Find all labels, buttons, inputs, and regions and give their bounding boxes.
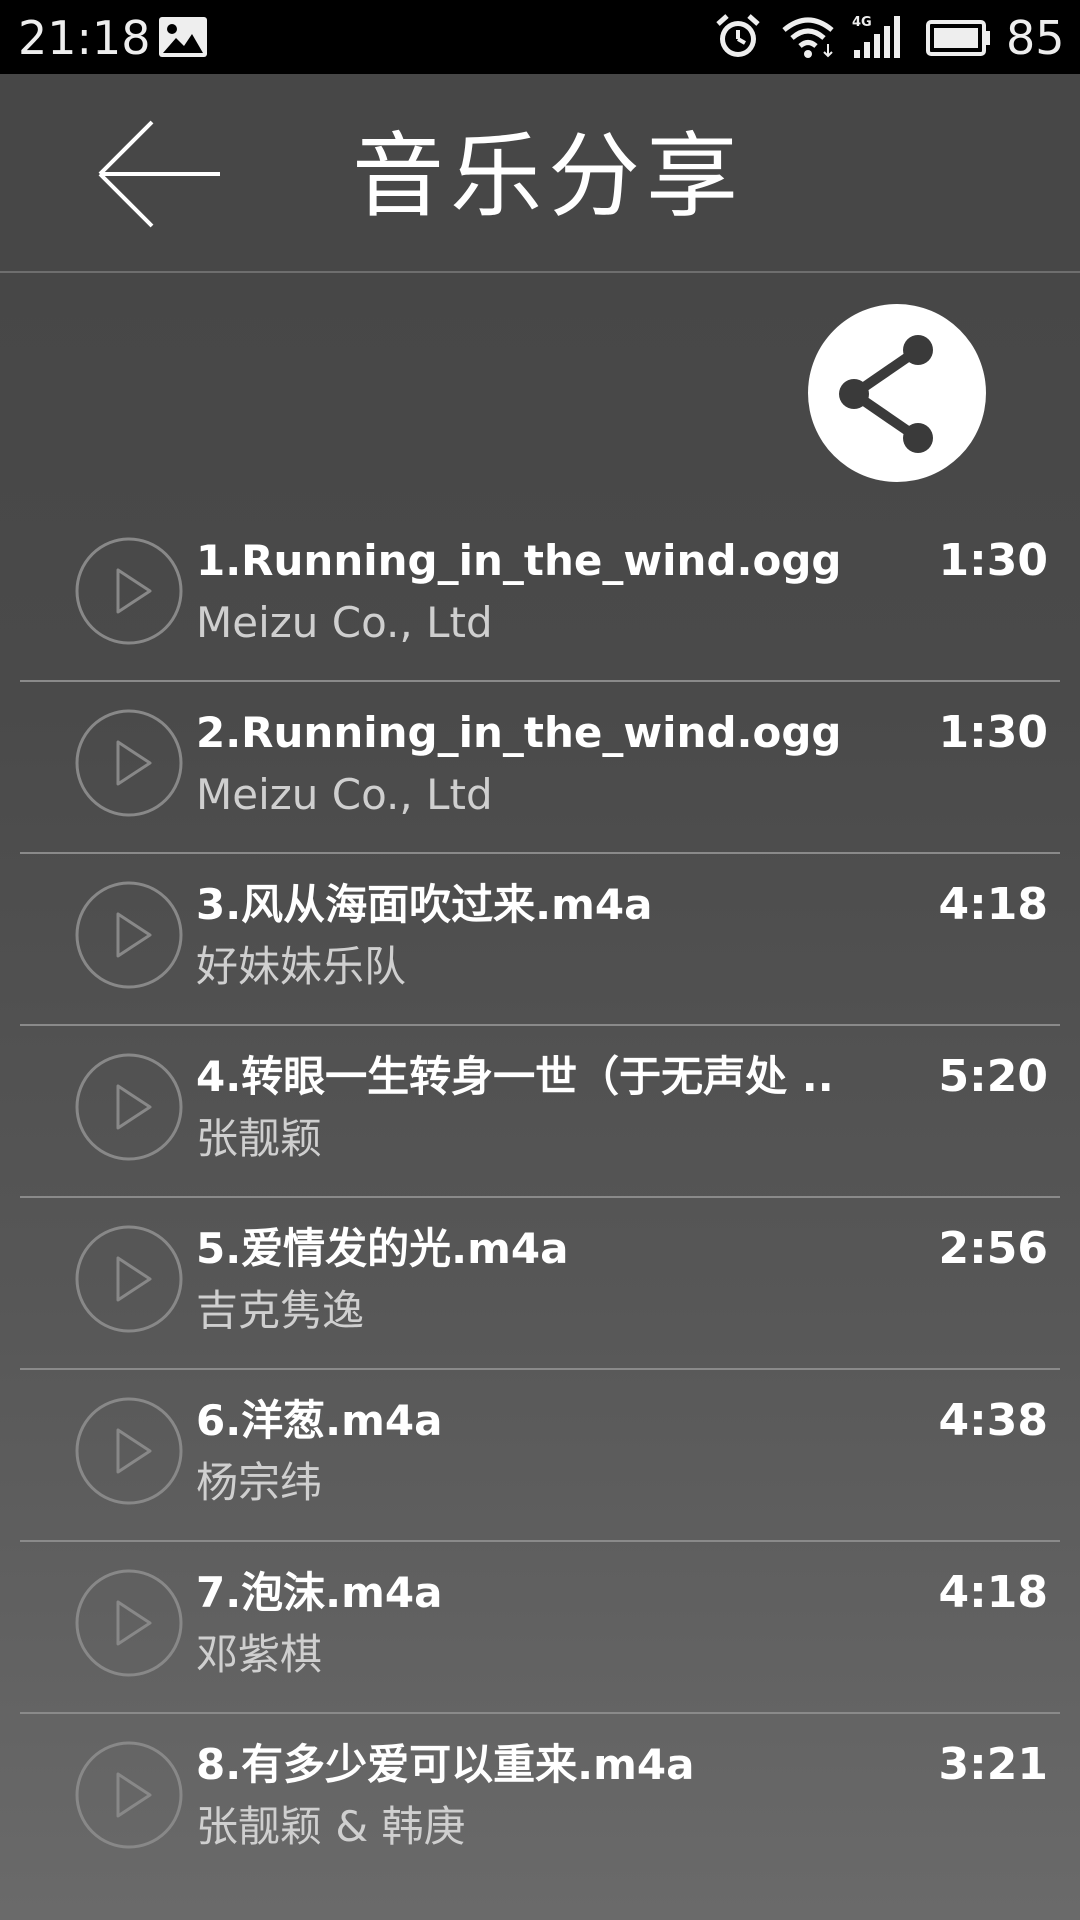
track-row[interactable]: 1.Running_in_the_wind.ogg Meizu Co., Ltd… <box>20 510 1060 682</box>
svg-text:4G: 4G <box>852 15 872 30</box>
track-row[interactable]: 4.转眼一生转身一世（于无声处 .. 张靓颖 5:20 <box>20 1026 1060 1198</box>
track-duration: 1:30 <box>938 707 1048 758</box>
play-icon[interactable] <box>74 708 184 818</box>
alarm-icon <box>716 14 760 57</box>
track-artist: 杨宗纬 <box>196 1458 323 1507</box>
track-duration: 1:30 <box>938 535 1048 586</box>
play-icon[interactable] <box>74 536 184 646</box>
track-title: 6.洋葱.m4a <box>196 1396 443 1445</box>
track-list: 1.Running_in_the_wind.ogg Meizu Co., Ltd… <box>20 510 1060 1886</box>
track-duration: 4:38 <box>938 1395 1048 1446</box>
track-artist: 吉克隽逸 <box>196 1286 365 1335</box>
status-bar: 21:18 4G 85 <box>0 0 1080 74</box>
track-title: 4.转眼一生转身一世（于无声处 .. <box>196 1052 834 1101</box>
play-icon[interactable] <box>74 880 184 990</box>
track-artist: 好妹妹乐队 <box>196 942 407 991</box>
play-icon[interactable] <box>74 1052 184 1162</box>
battery-level: 85 <box>1006 11 1065 65</box>
play-icon[interactable] <box>74 1740 184 1850</box>
wifi-icon <box>782 17 834 58</box>
play-icon[interactable] <box>74 1224 184 1334</box>
page-title: 音乐分享 <box>352 123 745 230</box>
track-row[interactable]: 3.风从海面吹过来.m4a 好妹妹乐队 4:18 <box>20 854 1060 1026</box>
image-icon <box>159 17 207 57</box>
status-time: 21:18 <box>18 11 151 65</box>
track-artist: 邓紫棋 <box>196 1630 323 1679</box>
track-artist: Meizu Co., Ltd <box>196 770 493 819</box>
track-row[interactable]: 2.Running_in_the_wind.ogg Meizu Co., Ltd… <box>20 682 1060 854</box>
share-button[interactable] <box>808 304 986 482</box>
track-row[interactable]: 6.洋葱.m4a 杨宗纬 4:38 <box>20 1370 1060 1542</box>
track-duration: 3:21 <box>938 1739 1048 1790</box>
track-duration: 4:18 <box>938 1567 1048 1618</box>
play-icon[interactable] <box>74 1568 184 1678</box>
app-header: 音乐分享 <box>0 74 1080 272</box>
share-icon <box>839 335 933 453</box>
track-title: 3.风从海面吹过来.m4a <box>196 880 653 929</box>
track-title: 8.有多少爱可以重来.m4a <box>196 1740 695 1789</box>
back-button[interactable] <box>88 114 228 234</box>
header-divider <box>0 271 1080 273</box>
arrow-left-icon <box>98 120 220 228</box>
track-title: 2.Running_in_the_wind.ogg <box>196 708 842 757</box>
play-icon[interactable] <box>74 1396 184 1506</box>
track-title: 7.泡沫.m4a <box>196 1568 443 1617</box>
track-title: 5.爱情发的光.m4a <box>196 1224 569 1273</box>
track-row[interactable]: 5.爱情发的光.m4a 吉克隽逸 2:56 <box>20 1198 1060 1370</box>
track-duration: 5:20 <box>938 1051 1048 1102</box>
track-duration: 2:56 <box>938 1223 1048 1274</box>
track-row[interactable]: 8.有多少爱可以重来.m4a 张靓颖 & 韩庚 3:21 <box>20 1714 1060 1886</box>
4g-signal-icon: 4G <box>852 15 900 58</box>
track-artist: 张靓颖 <box>196 1114 323 1163</box>
track-row[interactable]: 7.泡沫.m4a 邓紫棋 4:18 <box>20 1542 1060 1714</box>
track-title: 1.Running_in_the_wind.ogg <box>196 536 842 585</box>
battery-icon <box>926 20 990 56</box>
track-artist: 张靓颖 & 韩庚 <box>196 1802 466 1851</box>
track-artist: Meizu Co., Ltd <box>196 598 493 647</box>
track-duration: 4:18 <box>938 879 1048 930</box>
